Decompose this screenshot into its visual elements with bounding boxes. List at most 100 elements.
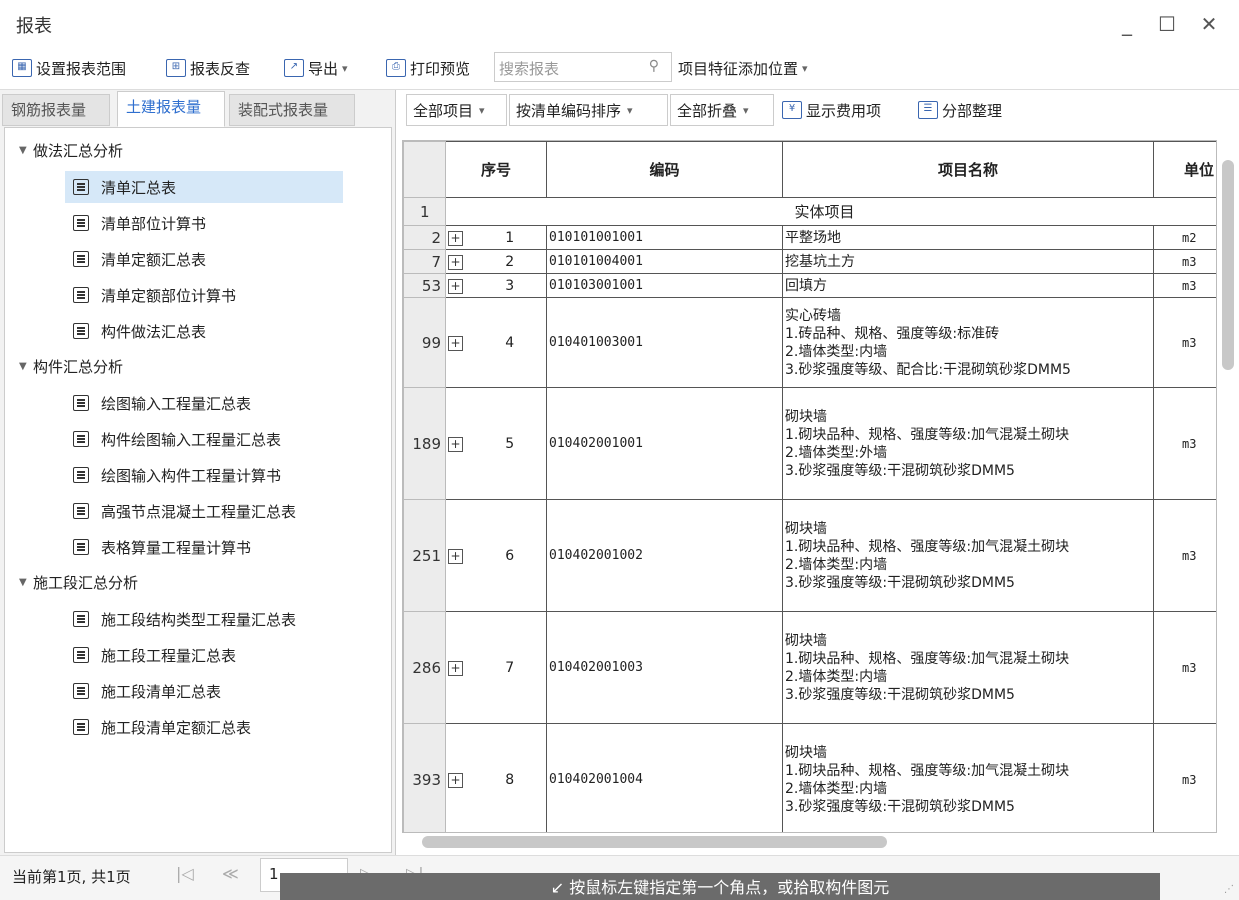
table-search-icon: ⊞ (166, 59, 186, 77)
code-cell: 010402001003 (546, 611, 784, 724)
table-row[interactable]: 53 +3 010103001001 回填方 m3 (403, 273, 1216, 298)
tree-item[interactable]: 施工段清单汇总表 (65, 675, 221, 707)
unit-cell: m3 (1153, 273, 1216, 298)
export-button[interactable]: ↗ 导出 ▾ (284, 56, 348, 80)
expand-icon[interactable]: + (448, 660, 463, 676)
list-icon: ☰ (918, 101, 938, 119)
tab-civil-report[interactable]: 土建报表量 (117, 91, 225, 127)
document-icon (73, 179, 89, 195)
row-number: 7 (403, 249, 446, 274)
minimize-button[interactable]: _ (1112, 10, 1142, 38)
table-row[interactable]: 7 +2 010101004001 挖基坑土方 m3 (403, 249, 1216, 274)
tree-item[interactable]: 清单定额部位计算书 (65, 279, 236, 311)
reverse-check-button[interactable]: ⊞ 报表反查 (166, 56, 250, 80)
sort-dropdown[interactable]: 按清单编码排序 ▾ (509, 94, 668, 126)
unit-header[interactable]: 单位 (1153, 141, 1216, 198)
tree-item[interactable]: 施工段清单定额汇总表 (65, 711, 251, 743)
search-input[interactable]: 搜索报表 ⚲ (494, 52, 672, 82)
export-label: 导出 (308, 59, 339, 78)
unit-cell: m3 (1153, 723, 1216, 832)
tree-item[interactable]: 表格算量工程量计算书 (65, 531, 251, 563)
tree-item-label: 高强节点混凝土工程量汇总表 (101, 502, 297, 521)
expand-icon[interactable]: + (448, 230, 463, 246)
tree-item[interactable]: 构件绘图输入工程量汇总表 (65, 423, 281, 455)
expand-icon[interactable]: + (448, 335, 463, 351)
tree-group-method[interactable]: ▼ 做法汇总分析 (19, 140, 123, 161)
feature-position-dropdown[interactable]: 项目特征添加位置 ▾ (678, 56, 808, 80)
seq-cell: 2 (473, 249, 548, 274)
table-row[interactable]: 393 +8 010402001004 砌块墙 1.砌块品种、规格、强度等级:加气混凝… (403, 723, 1216, 832)
document-icon (73, 215, 89, 231)
print-preview-label: 打印预览 (410, 59, 471, 78)
section-row-label: 实体项目 (444, 197, 1216, 226)
tree-item[interactable]: 施工段结构类型工程量汇总表 (65, 603, 296, 635)
print-preview-button[interactable]: ⎙ 打印预览 (386, 56, 470, 80)
tab-prefab-report[interactable]: 装配式报表量 (229, 94, 355, 126)
tab-rebar-report[interactable]: 钢筋报表量 (2, 94, 110, 126)
document-icon (73, 467, 89, 483)
seq-header[interactable]: 序号 (444, 141, 548, 198)
table-row[interactable]: 286 +7 010402001003 砌块墙 1.砌块品种、规格、强度等级:加气混凝… (403, 611, 1216, 724)
all-items-dropdown[interactable]: 全部项目 ▾ (406, 94, 507, 126)
first-page-icon[interactable]: |◁ (176, 864, 194, 883)
row-number: 189 (403, 387, 446, 500)
close-button[interactable]: ✕ (1194, 10, 1224, 38)
expand-icon[interactable]: + (448, 548, 463, 564)
set-range-label: 设置报表范围 (36, 59, 127, 78)
tree-item[interactable]: 清单定额汇总表 (65, 243, 206, 275)
tree-item-label: 清单定额汇总表 (101, 250, 207, 269)
name-cell: 砌块墙 1.砌块品种、规格、强度等级:加气混凝土砌块 2.墙体类型:内墙 3.砂… (782, 611, 1155, 724)
expand-icon[interactable]: + (448, 254, 463, 270)
set-range-button[interactable]: ▦ 设置报表范围 (12, 56, 126, 80)
name-cell: 回填方 (782, 273, 1155, 298)
prev-page-icon[interactable]: ≪ (222, 864, 239, 883)
collapse-dropdown[interactable]: 全部折叠 ▾ (670, 94, 774, 126)
tree-group-label: 构件汇总分析 (33, 358, 124, 376)
title-bar (0, 0, 1239, 46)
chevron-down-icon: ▾ (802, 61, 808, 75)
tree-group-component[interactable]: ▼ 构件汇总分析 (19, 356, 123, 377)
chevron-down-icon: ▼ (19, 145, 27, 156)
name-header[interactable]: 项目名称 (782, 141, 1155, 198)
tree-item[interactable]: 构件做法汇总表 (65, 315, 206, 347)
horizontal-scroll-thumb[interactable] (422, 836, 887, 848)
name-cell: 砌块墙 1.砌块品种、规格、强度等级:加气混凝土砌块 2.墙体类型:内墙 3.砂… (782, 499, 1155, 612)
document-icon (73, 251, 89, 267)
search-icon[interactable]: ⚲ (649, 58, 659, 74)
reorganize-button[interactable]: ☰ 分部整理 (918, 98, 1002, 122)
show-fee-button[interactable]: ¥ 显示费用项 (782, 98, 881, 122)
code-header[interactable]: 编码 (546, 141, 784, 198)
row-number: 53 (403, 273, 446, 298)
maximize-button[interactable]: ☐ (1152, 10, 1182, 38)
hint-tooltip: ↙ 按鼠标左键指定第一个角点，或拾取构件图元 (280, 873, 1160, 900)
document-icon (73, 719, 89, 735)
tree-item[interactable]: 绘图输入工程量汇总表 (65, 387, 251, 419)
tree-item-label: 构件绘图输入工程量汇总表 (101, 430, 282, 449)
show-fee-label: 显示费用项 (806, 101, 882, 120)
chevron-down-icon: ▼ (19, 577, 27, 588)
tree-item[interactable]: 清单部位计算书 (65, 207, 206, 239)
vertical-scroll-thumb[interactable] (1222, 160, 1234, 370)
chevron-down-icon: ▾ (743, 103, 749, 117)
table-row[interactable]: 99 +4 010401003001 实心砖墙 1.砖品种、规格、强度等级:标准砖 2… (403, 297, 1216, 388)
tree-item-label: 构件做法汇总表 (101, 322, 207, 341)
tree-item[interactable]: 高强节点混凝土工程量汇总表 (65, 495, 296, 527)
name-cell: 平整场地 (782, 225, 1155, 250)
tree-item[interactable]: 绘图输入构件工程量计算书 (65, 459, 281, 491)
tree-item[interactable]: 施工段工程量汇总表 (65, 639, 236, 671)
tree-item-label: 施工段清单汇总表 (101, 682, 222, 701)
expand-icon[interactable]: + (448, 436, 463, 452)
expand-icon[interactable]: + (448, 772, 463, 788)
tree-item-list-summary[interactable]: 清单汇总表 (65, 171, 343, 203)
table-row[interactable]: 189 +5 010402001001 砌块墙 1.砌块品种、规格、强度等级:加气混凝… (403, 387, 1216, 500)
expand-icon[interactable]: + (448, 278, 463, 294)
feature-position-label: 项目特征添加位置 (678, 59, 799, 78)
document-icon (73, 611, 89, 627)
table-row[interactable]: 251 +6 010402001002 砌块墙 1.砌块品种、规格、强度等级:加气混凝… (403, 499, 1216, 612)
resize-grip-icon[interactable]: ⋰ (1224, 884, 1234, 895)
tree-group-section[interactable]: ▼ 施工段汇总分析 (19, 572, 138, 593)
table-row[interactable]: 2 +1 010101001001 平整场地 m2 (403, 225, 1216, 250)
row-number: 286 (403, 611, 446, 724)
row-number: 251 (403, 499, 446, 612)
seq-cell: 4 (473, 297, 548, 388)
